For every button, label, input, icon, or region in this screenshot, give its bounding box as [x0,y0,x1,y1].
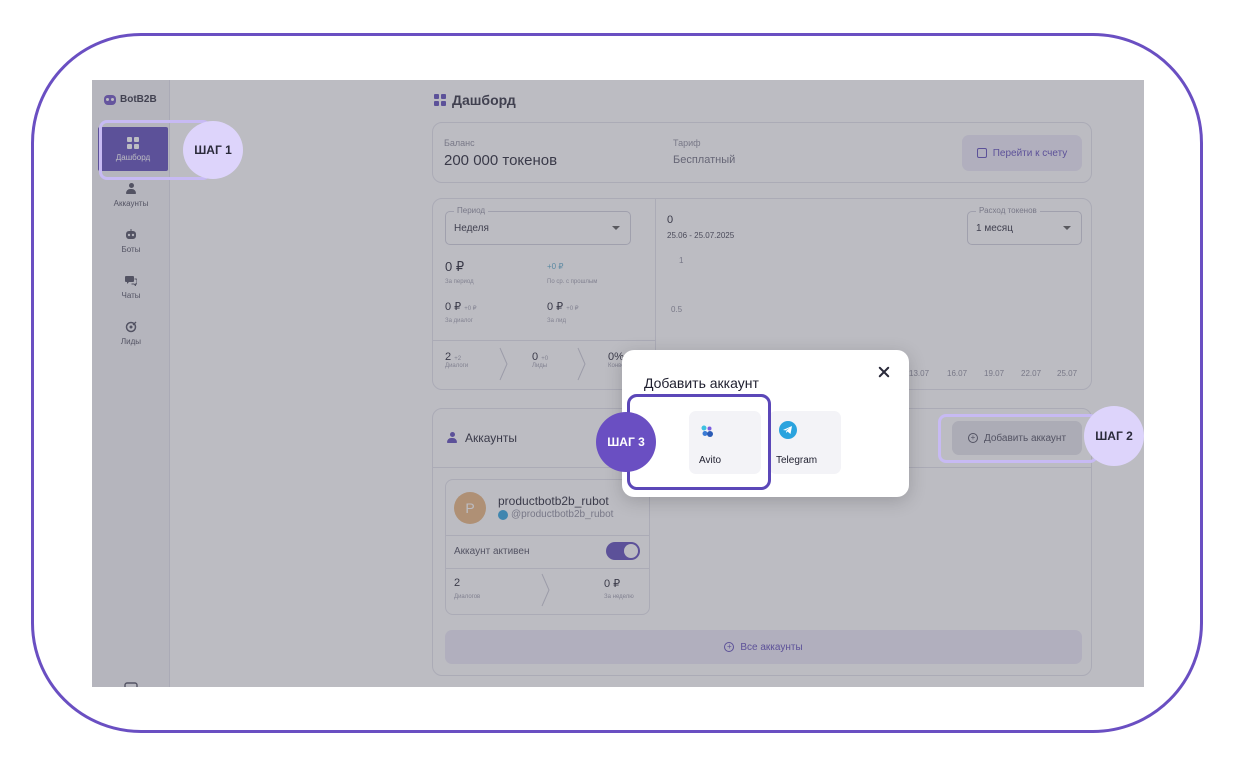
modal-backdrop[interactable] [92,80,1144,687]
step2-badge: ШАГ 2 [1084,406,1144,466]
option-telegram-label: Telegram [776,455,818,466]
modal-title: Добавить аккаунт [644,375,759,391]
step1-badge: ШАГ 1 [183,121,243,179]
telegram-icon [779,421,797,439]
app-window: BotB2B Дашборд Аккаунты Боты Чаты Лиды Д… [92,80,1144,687]
close-icon[interactable] [877,365,891,379]
step2-highlight [938,414,1098,463]
step3-badge: ШАГ 3 [596,412,656,472]
option-telegram[interactable]: Telegram [769,411,841,474]
